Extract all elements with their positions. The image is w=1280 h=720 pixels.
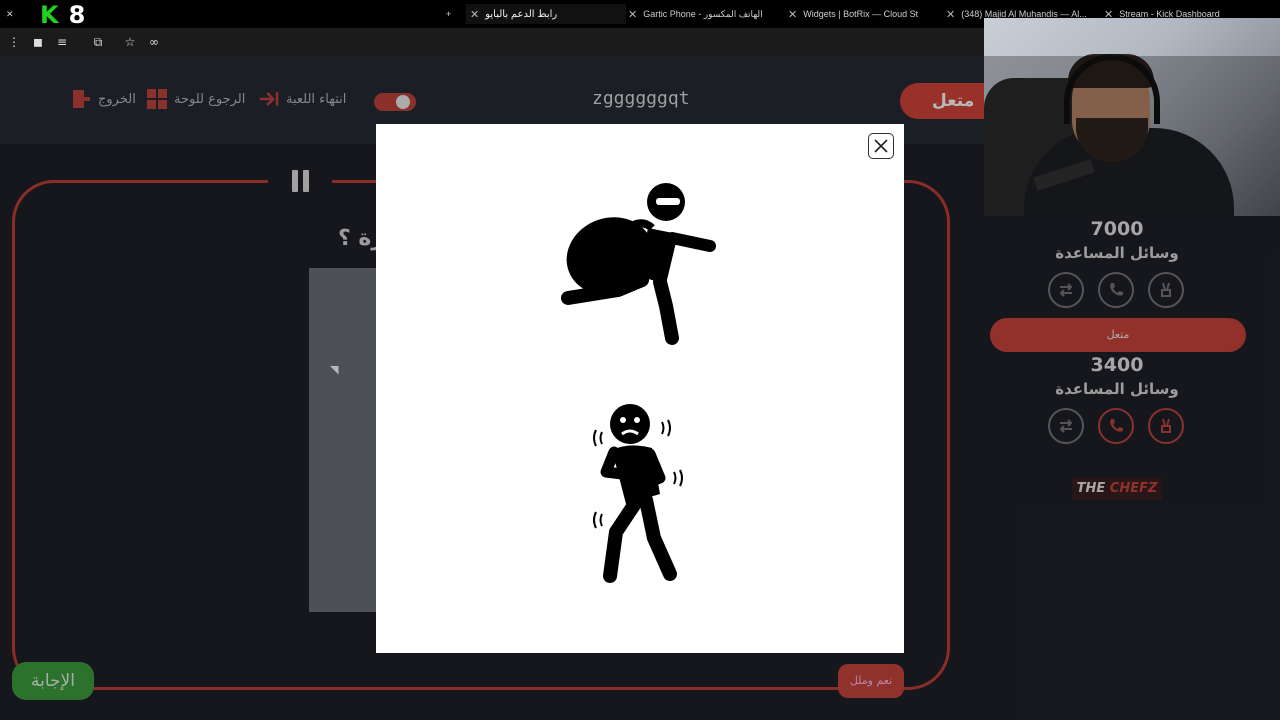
tab-gartic[interactable]: ✕ Gartic Phone - الهاتف المكسور xyxy=(628,4,778,24)
close-tab-icon[interactable]: ✕ xyxy=(946,8,955,21)
new-tab-icon[interactable]: + xyxy=(446,4,460,24)
tab-botrix[interactable]: ✕ Widgets | BotRix — Cloud Stre xyxy=(788,4,918,24)
menu-icon[interactable]: ⋮ xyxy=(6,34,22,50)
tab-active[interactable]: ✕ رابط الدعم بالبايو xyxy=(466,4,626,24)
close-tab-icon[interactable]: ✕ xyxy=(628,8,637,21)
thief-running-with-bag-icon xyxy=(561,183,716,345)
playlist-icon[interactable]: ≡ xyxy=(54,34,70,50)
close-icon xyxy=(874,139,888,153)
stream-logo: K 8 xyxy=(40,1,86,29)
close-tab-icon[interactable]: ✕ xyxy=(788,8,797,21)
profile-icon[interactable]: ◼ xyxy=(30,34,46,50)
star-icon[interactable]: ☆ xyxy=(122,34,138,50)
hint-modal xyxy=(376,124,904,653)
glasses-icon[interactable]: ∞ xyxy=(146,34,162,50)
scared-trembling-person-icon xyxy=(593,404,683,583)
close-window-icon[interactable]: ✕ xyxy=(6,4,26,24)
extensions-icon[interactable]: ⧉ xyxy=(90,34,106,50)
modal-close-button[interactable] xyxy=(868,133,894,159)
close-tab-icon[interactable]: ✕ xyxy=(470,8,479,21)
